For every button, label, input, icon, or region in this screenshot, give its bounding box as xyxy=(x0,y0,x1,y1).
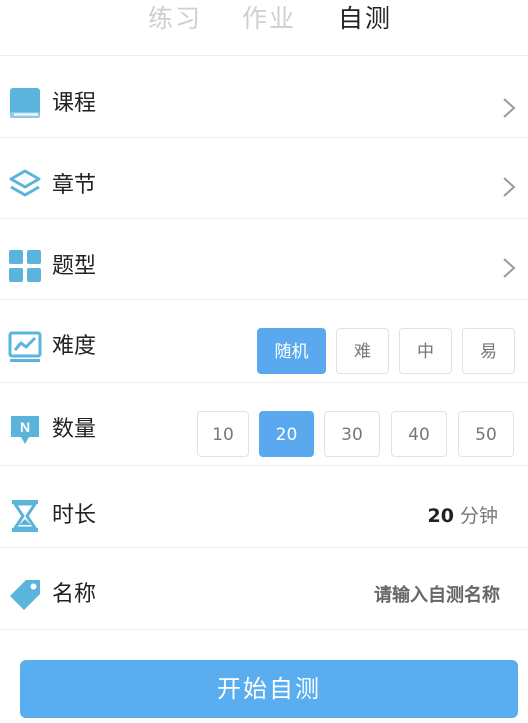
book-icon xyxy=(10,88,40,118)
tab-homework[interactable]: 作业 xyxy=(242,2,296,36)
chevron-right-icon xyxy=(503,98,516,118)
selftest-page: 练习 作业 自测 课程 章节 题型 难度 随机 难 中 易 N 数量 10 20… xyxy=(0,0,528,723)
hourglass-icon xyxy=(12,500,38,532)
difficulty-option-medium[interactable]: 中 xyxy=(399,328,452,374)
duration-number: 20 xyxy=(427,505,454,527)
difficulty-option-hard[interactable]: 难 xyxy=(336,328,389,374)
name-input[interactable]: 请输入自测名称 xyxy=(374,581,500,611)
tab-practice[interactable]: 练习 xyxy=(148,2,202,36)
difficulty-row: 难度 随机 难 中 易 xyxy=(0,300,528,382)
difficulty-option-random[interactable]: 随机 xyxy=(257,328,326,374)
difficulty-option-easy[interactable]: 易 xyxy=(462,328,515,374)
start-selftest-button[interactable]: 开始自测 xyxy=(20,660,518,718)
question-type-label: 题型 xyxy=(52,254,97,279)
duration-unit: 分钟 xyxy=(459,505,498,527)
course-row[interactable]: 课程 xyxy=(0,56,528,136)
grid-icon xyxy=(9,250,41,282)
quantity-row: N 数量 10 20 30 40 50 xyxy=(0,383,528,465)
chapter-row[interactable]: 章节 xyxy=(0,138,528,218)
duration-value[interactable]: 20 分钟 xyxy=(428,501,498,531)
quantity-label: 数量 xyxy=(52,417,97,442)
chart-icon xyxy=(8,331,42,362)
chevron-right-icon xyxy=(503,177,516,197)
n-badge-icon: N xyxy=(11,416,39,444)
quantity-option-30[interactable]: 30 xyxy=(324,411,380,457)
layers-icon xyxy=(9,169,41,197)
quantity-option-10[interactable]: 10 xyxy=(197,411,249,457)
difficulty-label: 难度 xyxy=(52,334,97,359)
tab-selftest[interactable]: 自测 xyxy=(338,2,392,36)
duration-label: 时长 xyxy=(52,503,97,528)
course-label: 课程 xyxy=(52,91,97,116)
chapter-label: 章节 xyxy=(52,173,97,198)
question-type-row[interactable]: 题型 xyxy=(0,219,528,299)
quantity-option-50[interactable]: 50 xyxy=(458,411,514,457)
name-row[interactable]: 名称 请输入自测名称 xyxy=(0,548,528,629)
n-badge-letter: N xyxy=(20,419,30,435)
quantity-option-40[interactable]: 40 xyxy=(391,411,447,457)
divider xyxy=(0,629,528,630)
tab-bar: 练习 作业 自测 xyxy=(0,0,528,48)
name-label: 名称 xyxy=(52,582,97,607)
chevron-right-icon xyxy=(503,258,516,278)
tag-icon xyxy=(10,580,40,610)
duration-row[interactable]: 时长 20 分钟 xyxy=(0,466,528,547)
quantity-option-20[interactable]: 20 xyxy=(259,411,314,457)
